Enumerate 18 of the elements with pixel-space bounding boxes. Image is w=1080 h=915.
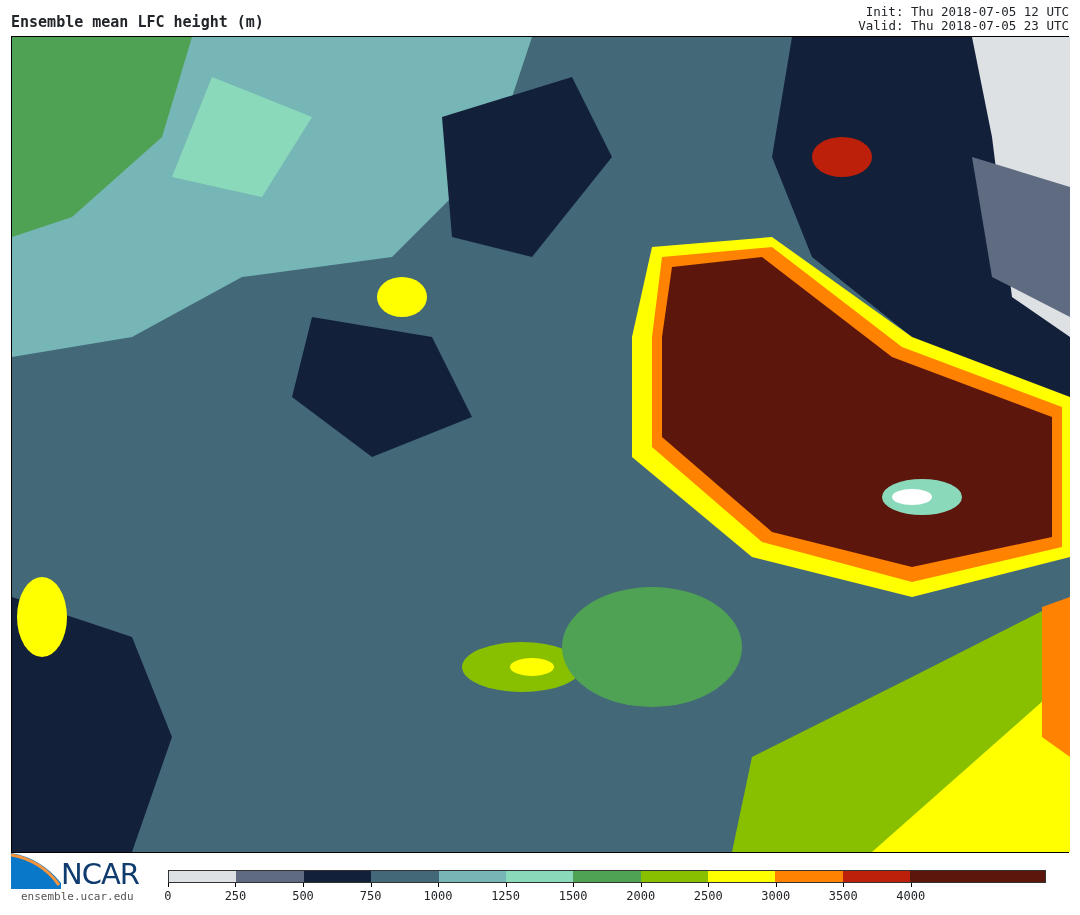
logo-swoosh-icon — [11, 853, 61, 889]
logo-text: NCAR — [61, 860, 139, 889]
tick-label: 1000 — [423, 888, 453, 905]
tick-label: 3500 — [828, 888, 858, 905]
tick-label: 750 — [359, 888, 382, 905]
tick-label: 4000 — [896, 888, 926, 905]
tick-label: 0 — [164, 888, 172, 905]
tick-label: 2000 — [626, 888, 656, 905]
init-time: Init: Thu 2018-07-05 12 UTC — [864, 5, 1069, 19]
tick-label: 1500 — [558, 888, 588, 905]
tick-label: 3000 — [761, 888, 791, 905]
valid-time: Valid: Thu 2018-07-05 23 UTC — [858, 19, 1069, 33]
tick-label: 2500 — [693, 888, 723, 905]
tick-label: 250 — [224, 888, 247, 905]
tick-label: 500 — [292, 888, 314, 905]
tick-label: 1250 — [491, 888, 521, 905]
site-url: ensemble.ucar.edu — [21, 889, 135, 905]
chart-title: Ensemble mean LFC height (m) — [11, 12, 264, 33]
